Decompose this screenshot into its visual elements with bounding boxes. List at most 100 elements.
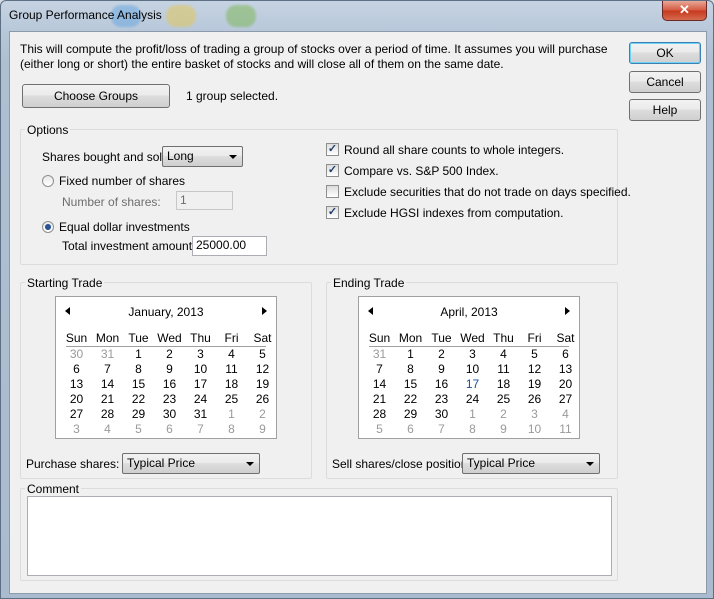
calendar-day[interactable]: 28: [364, 407, 395, 422]
calendar-day[interactable]: 17: [457, 376, 488, 392]
calendar-day[interactable]: 8: [216, 422, 247, 437]
calendar-day[interactable]: 17: [185, 377, 216, 392]
calendar-day[interactable]: 10: [519, 422, 550, 437]
calendar-day[interactable]: 6: [61, 362, 92, 377]
calendar-day[interactable]: 7: [185, 422, 216, 437]
calendar-day[interactable]: 5: [247, 347, 278, 362]
title-bar[interactable]: Group Performance Analysis ✕: [1, 1, 713, 31]
calendar-day[interactable]: 11: [550, 422, 581, 437]
calendar-day[interactable]: 29: [395, 407, 426, 422]
calendar-day[interactable]: 3: [185, 347, 216, 362]
calendar-day[interactable]: 19: [247, 377, 278, 392]
start-calendar-month[interactable]: January, 2013: [56, 305, 276, 319]
calendar-day[interactable]: 12: [247, 362, 278, 377]
calendar-day[interactable]: 5: [364, 422, 395, 437]
compare-sp500-checkbox[interactable]: ✓: [326, 164, 339, 177]
calendar-day[interactable]: 12: [519, 362, 550, 377]
calendar-day[interactable]: 2: [247, 407, 278, 422]
calendar-day[interactable]: 10: [185, 362, 216, 377]
calendar-day[interactable]: 31: [185, 407, 216, 422]
exclude-securities-checkbox[interactable]: [326, 185, 339, 198]
calendar-day[interactable]: 8: [457, 422, 488, 437]
calendar-day[interactable]: 27: [550, 392, 581, 407]
calendar-day[interactable]: 6: [154, 422, 185, 437]
calendar-day[interactable]: 27: [61, 407, 92, 422]
next-month-icon[interactable]: [565, 307, 570, 315]
calendar-day[interactable]: 13: [61, 377, 92, 392]
calendar-day[interactable]: 2: [426, 347, 457, 362]
calendar-day[interactable]: 7: [92, 362, 123, 377]
calendar-day[interactable]: 18: [488, 377, 519, 392]
calendar-day[interactable]: 26: [247, 392, 278, 407]
calendar-day[interactable]: 21: [364, 392, 395, 407]
ok-button[interactable]: OK: [629, 42, 701, 64]
calendar-day[interactable]: 2: [488, 407, 519, 422]
calendar-day[interactable]: 30: [61, 347, 92, 362]
calendar-day[interactable]: 23: [426, 392, 457, 407]
calendar-day[interactable]: 22: [123, 392, 154, 407]
cancel-button[interactable]: Cancel: [629, 71, 701, 93]
calendar-day[interactable]: 25: [488, 392, 519, 407]
total-investment-input[interactable]: 25000.00: [192, 236, 267, 256]
calendar-day[interactable]: 4: [550, 407, 581, 422]
calendar-day[interactable]: 1: [216, 407, 247, 422]
round-shares-checkbox[interactable]: ✓: [326, 143, 339, 156]
fixed-shares-radio[interactable]: [42, 175, 54, 187]
calendar-day[interactable]: 8: [395, 362, 426, 377]
calendar-day[interactable]: 13: [550, 362, 581, 377]
purchase-shares-select[interactable]: Typical Price: [122, 453, 260, 474]
calendar-day[interactable]: 21: [92, 392, 123, 407]
calendar-day[interactable]: 9: [488, 422, 519, 437]
calendar-day[interactable]: 30: [426, 407, 457, 422]
start-calendar[interactable]: January, 2013 Sun Mon Tue Wed Thu Fri Sat 30 31…: [55, 296, 277, 439]
calendar-day[interactable]: 9: [247, 422, 278, 437]
close-button[interactable]: ✕: [662, 1, 707, 21]
calendar-day[interactable]: 25: [216, 392, 247, 407]
end-calendar[interactable]: April, 2013 Sun Mon Tue Wed Thu Fri Sat 31 1 2 3 4…: [358, 296, 580, 439]
calendar-day[interactable]: 3: [61, 422, 92, 437]
calendar-day[interactable]: 26: [519, 392, 550, 407]
end-calendar-month[interactable]: April, 2013: [359, 305, 579, 319]
calendar-day[interactable]: 28: [92, 407, 123, 422]
calendar-day[interactable]: 19: [519, 377, 550, 392]
calendar-day[interactable]: 22: [395, 392, 426, 407]
calendar-day[interactable]: 29: [123, 407, 154, 422]
calendar-day[interactable]: 23: [154, 392, 185, 407]
calendar-day[interactable]: 16: [154, 377, 185, 392]
choose-groups-button[interactable]: Choose Groups: [22, 84, 170, 108]
calendar-day[interactable]: 3: [457, 347, 488, 362]
calendar-day[interactable]: 31: [92, 347, 123, 362]
sell-shares-select[interactable]: Typical Price: [462, 453, 600, 474]
calendar-day[interactable]: 9: [154, 362, 185, 377]
calendar-day[interactable]: 1: [457, 407, 488, 422]
help-button[interactable]: Help: [629, 99, 701, 121]
calendar-day[interactable]: 9: [426, 362, 457, 377]
calendar-day[interactable]: 4: [488, 347, 519, 362]
calendar-day[interactable]: 1: [123, 347, 154, 362]
number-of-shares-input[interactable]: 1: [176, 191, 233, 210]
exclude-hgsi-checkbox[interactable]: ✓: [326, 206, 339, 219]
calendar-day[interactable]: 11: [216, 362, 247, 377]
comment-input[interactable]: [27, 496, 612, 576]
calendar-day[interactable]: 1: [395, 347, 426, 362]
calendar-day[interactable]: 24: [457, 392, 488, 407]
shares-select[interactable]: Long: [162, 146, 243, 167]
calendar-day[interactable]: 14: [92, 377, 123, 392]
calendar-day[interactable]: 6: [550, 347, 581, 362]
calendar-day[interactable]: 8: [123, 362, 154, 377]
calendar-day[interactable]: 15: [123, 377, 154, 392]
calendar-day[interactable]: 4: [92, 422, 123, 437]
calendar-day[interactable]: 16: [426, 377, 457, 392]
calendar-day[interactable]: 7: [426, 422, 457, 437]
calendar-day[interactable]: 7: [364, 362, 395, 377]
calendar-day[interactable]: 4: [216, 347, 247, 362]
equal-dollar-radio[interactable]: [42, 221, 54, 233]
calendar-day[interactable]: 20: [61, 392, 92, 407]
calendar-day[interactable]: 18: [216, 377, 247, 392]
calendar-day[interactable]: 20: [550, 377, 581, 392]
calendar-day[interactable]: 24: [185, 392, 216, 407]
next-month-icon[interactable]: [262, 307, 267, 315]
calendar-day[interactable]: 14: [364, 377, 395, 392]
calendar-day[interactable]: 5: [519, 347, 550, 362]
calendar-day[interactable]: 6: [395, 422, 426, 437]
